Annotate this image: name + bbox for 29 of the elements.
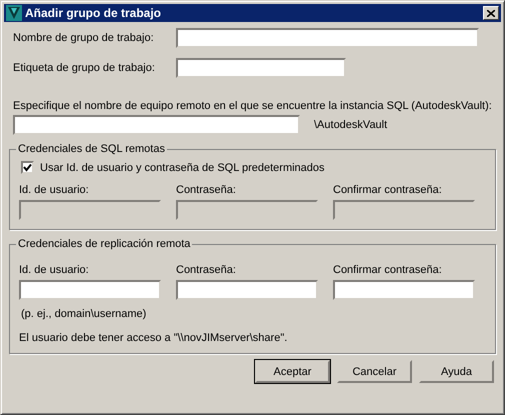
suffix-label: \AutodeskVault: [314, 119, 388, 131]
field-label: Especifique el nombre de equipo remoto en el que se encuentre la instancia SQL (AutodeskVault):: [13, 100, 493, 112]
field-label: Etiqueta de grupo de trabajo:: [12, 62, 156, 74]
checkbox[interactable]: [21, 161, 34, 174]
text-field[interactable]: [19, 280, 161, 300]
close-button[interactable]: [483, 6, 499, 20]
text-field[interactable]: [333, 280, 475, 300]
field-label: Id. de usuario:: [19, 264, 90, 276]
text-field[interactable]: [176, 28, 479, 48]
field-label: Confirmar contraseña:: [333, 184, 443, 196]
checkbox-label: Usar Id. de usuario y contraseña de SQL predeterminados: [40, 162, 325, 174]
field-label: Contraseña:: [176, 264, 237, 276]
note-text: El usuario debe tener acceso a "\\novJIMserver\share".: [19, 332, 288, 344]
server-field[interactable]: [13, 115, 300, 135]
group-title: Credenciales de SQL remotas: [17, 143, 166, 155]
field-label: Contraseña:: [176, 184, 237, 196]
dialog-button[interactable]: Cancelar: [337, 360, 412, 383]
group-title: Credenciales de replicación remota: [17, 238, 192, 250]
field-label: Nombre de grupo de trabajo:: [12, 32, 155, 44]
text-field[interactable]: [176, 280, 318, 300]
dialog-button[interactable]: Aceptar: [255, 360, 330, 383]
field-label: Id. de usuario:: [19, 184, 90, 196]
text-field[interactable]: [176, 58, 346, 78]
vault-logo-icon: [6, 5, 22, 21]
hint-text: (p. ej., domain\username): [21, 308, 148, 320]
close-icon: [487, 10, 495, 16]
window-title: Añadir grupo de trabajo: [25, 6, 162, 20]
dialog-button[interactable]: Ayuda: [419, 360, 494, 383]
field-label: Confirmar contraseña:: [333, 264, 443, 276]
